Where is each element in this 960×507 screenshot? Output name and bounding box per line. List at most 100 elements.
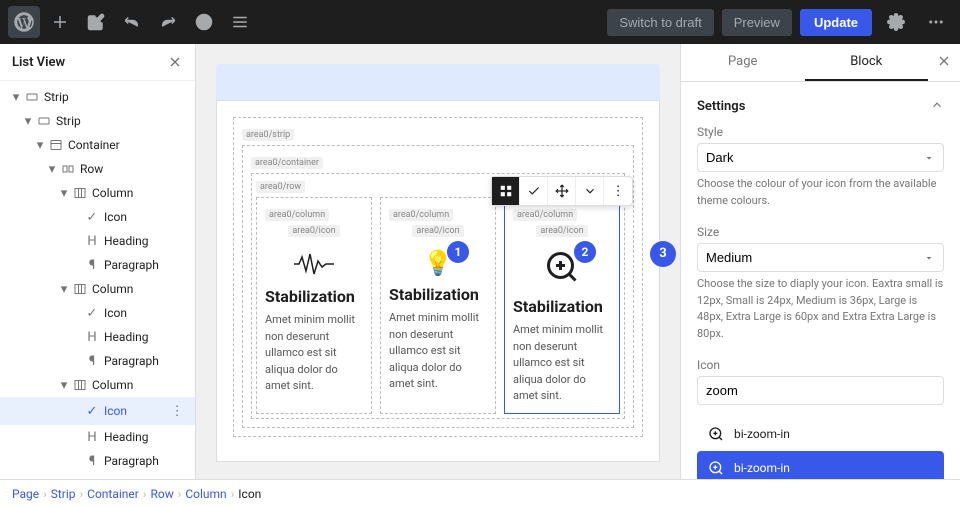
col2-icon-area: area0/icon — [389, 225, 487, 241]
toolbar-down-btn[interactable] — [576, 177, 604, 205]
sidebar-item-strip2[interactable]: ▾ Strip — [0, 109, 195, 133]
sidebar-item-para1[interactable]: ▾ ¶ Paragraph — [0, 253, 195, 277]
icon3-more-button[interactable]: ⋮ — [167, 401, 187, 421]
col3-icon-wrap: 2 — [544, 249, 580, 289]
icon-search-input[interactable] — [697, 376, 944, 405]
edit-button[interactable] — [80, 6, 112, 38]
sidebar-item-icon3[interactable]: ▾ ✓ Icon ⋮ — [0, 397, 195, 425]
update-button[interactable]: Update — [800, 9, 872, 36]
col2-icon-visual: 💡 1 — [389, 249, 487, 277]
toggle-icon: ▾ — [68, 453, 84, 469]
container-icon — [48, 137, 64, 153]
sidebar-item-row[interactable]: ▾ Row — [0, 157, 195, 181]
toggle-icon: ▾ — [32, 137, 48, 153]
toggle-icon: ▾ — [68, 257, 84, 273]
icon2-label: Icon — [104, 306, 187, 320]
style-select[interactable]: Dark — [697, 143, 944, 172]
sidebar-item-para3[interactable]: ▾ ¶ Paragraph — [0, 449, 195, 473]
breadcrumb-sep-5: › — [231, 487, 235, 501]
icon-result-2[interactable]: bi-zoom-in — [697, 451, 944, 479]
sidebar-item-para2[interactable]: ▾ ¶ Paragraph — [0, 349, 195, 373]
list-view-button[interactable] — [224, 6, 256, 38]
preview-button[interactable]: Preview — [722, 9, 792, 36]
sidebar-close-button[interactable] — [167, 54, 183, 70]
para1-label: Paragraph — [104, 258, 187, 272]
right-panel: Page Block Settings Style Dark — [680, 44, 960, 479]
col3-top: ⋮ area0/column — [513, 206, 611, 225]
toolbar-grid-btn[interactable] — [492, 177, 520, 205]
strip-block[interactable]: area0/strip area0/container area0/row ar… — [233, 117, 643, 437]
panel-body: Settings Style Dark Choose the colour of… — [681, 82, 960, 479]
wordpress-logo[interactable] — [8, 6, 40, 38]
toggle-icon: ▾ — [68, 429, 84, 445]
main-layout: List View ▾ Strip ▾ Strip — [0, 44, 960, 479]
sidebar-item-column3[interactable]: ▾ Column — [0, 373, 195, 397]
col3-label-tag: area0/column — [513, 209, 577, 221]
icon-result-1[interactable]: bi-zoom-in — [697, 417, 944, 451]
redo-button[interactable] — [152, 6, 184, 38]
size-select[interactable]: Medium — [697, 243, 944, 272]
heading1-label: Heading — [104, 234, 187, 248]
row-block[interactable]: area0/row area0/column area0/icon — [251, 173, 625, 419]
tab-block[interactable]: Block — [805, 44, 929, 81]
toolbar-move-btn[interactable] — [548, 177, 576, 205]
column-block-2[interactable]: area0/column area0/icon 💡 1 — [380, 197, 496, 414]
col3-icon-visual: 2 — [513, 249, 611, 289]
info-button[interactable] — [188, 6, 220, 38]
toggle-icon: ▾ — [68, 305, 84, 321]
col2-label-tag: area0/column — [389, 209, 453, 221]
icon-block-icon: ✓ — [84, 305, 100, 321]
breadcrumb-strip[interactable]: Strip — [51, 487, 76, 501]
toggle-icon: ▾ — [56, 185, 72, 201]
settings-title: Settings — [697, 99, 745, 114]
col3-label: Column — [92, 378, 187, 392]
sidebar-item-heading1[interactable]: ▾ H Heading — [0, 229, 195, 253]
toggle-icon: ▾ — [44, 161, 60, 177]
heading-icon: H — [84, 329, 100, 345]
add-block-button[interactable] — [44, 6, 76, 38]
sidebar-item-icon1[interactable]: ▾ ✓ Icon — [0, 205, 195, 229]
tab-page[interactable]: Page — [681, 44, 805, 81]
canvas-area[interactable]: area0/strip area0/container area0/row ar… — [196, 44, 680, 479]
toolbar-check-btn[interactable] — [520, 177, 548, 205]
toggle-icon: ▾ — [20, 113, 36, 129]
breadcrumb-container[interactable]: Container — [87, 487, 139, 501]
icon-label: Icon — [697, 358, 944, 372]
icon1-label: Icon — [104, 210, 187, 224]
panel-close-button[interactable] — [928, 44, 960, 81]
columns-row: area0/column area0/icon — [256, 197, 620, 414]
toolbar-more-btn[interactable]: ⋮ — [604, 177, 632, 205]
row-icon — [60, 161, 76, 177]
column-block-3[interactable]: ⋮ area0/column area0/icon — [504, 197, 620, 414]
sidebar-item-column1[interactable]: ▾ Column — [0, 181, 195, 205]
column-block-1[interactable]: area0/column area0/icon — [256, 197, 372, 414]
breadcrumb-sep-3: › — [143, 487, 147, 501]
topbar-center: Switch to draft Preview Update — [607, 6, 952, 38]
sidebar-item-container[interactable]: ▾ Container — [0, 133, 195, 157]
settings-button[interactable] — [880, 6, 912, 38]
sidebar-item-icon2[interactable]: ▾ ✓ Icon — [0, 301, 195, 325]
container-block[interactable]: area0/container area0/row area0/column a… — [242, 145, 634, 428]
breadcrumb-column[interactable]: Column — [185, 487, 226, 501]
settings-toggle-button[interactable] — [930, 98, 944, 115]
sidebar-header: List View — [0, 44, 195, 81]
sidebar-item-heading3[interactable]: ▾ H Heading — [0, 425, 195, 449]
breadcrumb-row[interactable]: Row — [150, 487, 173, 501]
icon-result-1-label: bi-zoom-in — [734, 427, 790, 441]
sidebar-item-heading2[interactable]: ▾ H Heading — [0, 325, 195, 349]
canvas-content: area0/strip area0/container area0/row ar… — [216, 100, 660, 462]
sidebar-item-column2[interactable]: ▾ Column — [0, 277, 195, 301]
para3-label: Paragraph — [104, 454, 187, 468]
heading-icon: H — [84, 233, 100, 249]
canvas-inner: area0/strip area0/container area0/row ar… — [216, 64, 660, 459]
switch-to-draft-button[interactable]: Switch to draft — [607, 9, 713, 36]
badge-2: 2 — [574, 241, 596, 263]
more-options-button[interactable] — [920, 6, 952, 38]
style-label: Style — [697, 125, 944, 139]
icon-result-2-label: bi-zoom-in — [734, 461, 790, 475]
sidebar-item-strip1[interactable]: ▾ Strip — [0, 85, 195, 109]
col3-para: Amet minim mollit non deserunt ullamco e… — [513, 322, 611, 405]
undo-button[interactable] — [116, 6, 148, 38]
icon-block-icon: ✓ — [84, 403, 100, 419]
breadcrumb-page[interactable]: Page — [12, 487, 39, 501]
